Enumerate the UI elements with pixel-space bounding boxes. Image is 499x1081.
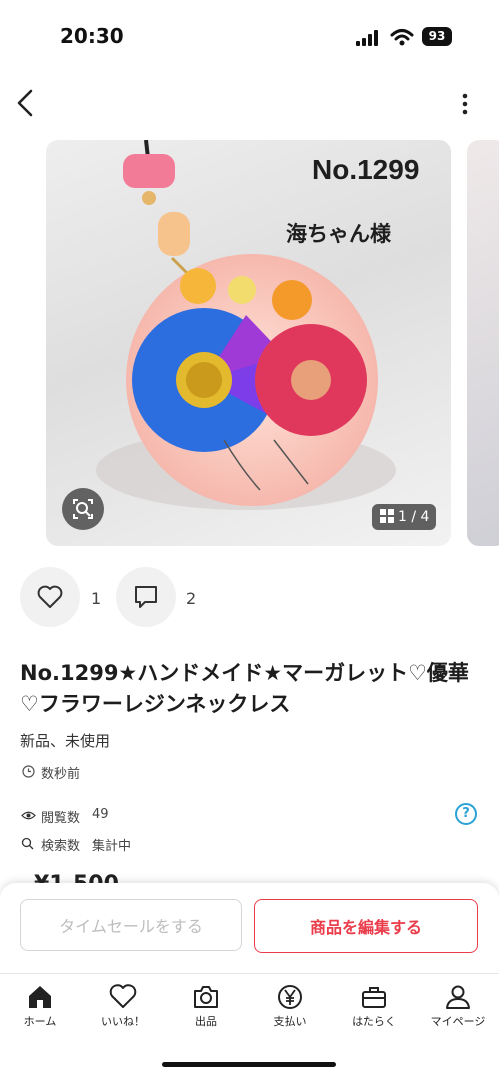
signal-icon: [356, 30, 378, 46]
camera-icon: [194, 986, 218, 1008]
tab-sell-label: 出品: [195, 1015, 217, 1028]
tab-pay[interactable]: 支払い: [250, 984, 330, 1029]
tab-work[interactable]: はたらく: [334, 984, 414, 1029]
yen-icon: [278, 985, 302, 1009]
home-icon: [29, 986, 51, 1008]
image-search-button[interactable]: [62, 488, 104, 530]
posted-time: 数秒前: [41, 767, 81, 782]
views-value: 49: [92, 807, 109, 822]
tab-home[interactable]: ホーム: [0, 984, 80, 1029]
product-title: No.1299★ハンドメイド★マーガレット♡優華♡フラワーレジンネックレス: [20, 661, 469, 716]
tab-pay-label: 支払い: [273, 1015, 307, 1028]
comment-icon: [135, 586, 157, 608]
search-count-label: 検索数: [41, 839, 81, 854]
product-image[interactable]: No.1299 海ちゃん様 1 / 4: [46, 140, 451, 546]
time-sale-button[interactable]: タイムセールをする: [20, 899, 242, 951]
grid-icon: [380, 509, 394, 523]
action-sheet: タイムセールをする 商品を編集する: [0, 883, 499, 973]
product-condition: 新品、未使用: [20, 732, 111, 750]
image-overlay-title: No.1299: [312, 154, 420, 185]
red-flower: [255, 324, 367, 436]
like-button[interactable]: [20, 567, 80, 627]
search-icon: [21, 837, 34, 850]
comment-button[interactable]: [116, 567, 176, 627]
wifi-icon: [390, 29, 414, 46]
home-indicator: [162, 1062, 336, 1067]
heart-icon: [109, 984, 137, 1008]
tab-home-label: ホーム: [23, 1015, 57, 1028]
clock-icon: [22, 765, 35, 778]
image-counter-label: 1 / 4: [398, 509, 430, 525]
pendant-illustration: [96, 140, 396, 510]
heart-icon: [37, 585, 63, 608]
edit-product-button[interactable]: 商品を編集する: [254, 899, 478, 953]
tab-likes-label: いいね！: [101, 1015, 145, 1028]
status-time: 20:30: [60, 24, 124, 48]
tab-work-label: はたらく: [352, 1015, 396, 1028]
tab-mypage-label: マイページ: [430, 1015, 486, 1028]
help-icon[interactable]: ?: [455, 803, 477, 825]
lens-search-icon: [73, 499, 93, 519]
views-label: 閲覧数: [41, 811, 81, 826]
more-options-icon[interactable]: [454, 92, 476, 116]
image-overlay-subtitle: 海ちゃん様: [286, 222, 391, 246]
briefcase-icon: [362, 987, 386, 1008]
search-count-value: 集計中: [92, 839, 132, 854]
tab-sell[interactable]: 出品: [166, 984, 246, 1029]
battery-indicator: 93: [422, 27, 452, 46]
tab-mypage[interactable]: マイページ: [418, 984, 498, 1029]
tab-likes[interactable]: いいね！: [83, 984, 163, 1029]
next-image-peek[interactable]: [467, 140, 499, 546]
back-arrow-icon[interactable]: [14, 88, 40, 118]
eye-icon: [21, 811, 36, 820]
comment-count: 2: [186, 589, 197, 608]
person-icon: [446, 985, 470, 1009]
image-counter[interactable]: 1 / 4: [372, 504, 436, 530]
like-count: 1: [91, 589, 102, 608]
